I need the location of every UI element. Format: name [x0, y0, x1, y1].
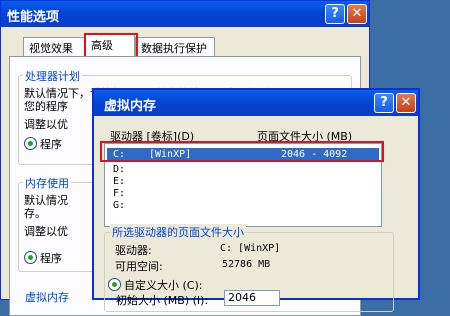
perf-close-button[interactable]: ✕: [347, 4, 367, 24]
processor-desc-2: 您的程序: [24, 100, 68, 113]
processor-program-option[interactable]: 程序: [24, 136, 62, 152]
selected-drive-group-label: 所选驱动器的页面文件大小: [110, 224, 246, 240]
memory-program-label: 程序: [40, 252, 62, 265]
vm-title: 虚拟内存: [104, 99, 157, 114]
virtual-memory-group-label: 虚拟内存: [23, 289, 71, 305]
radio-program-processor[interactable]: [24, 137, 37, 150]
memory-adjust-label: 调整以优: [24, 225, 68, 238]
tab-visual-effects[interactable]: 视觉效果: [23, 37, 85, 56]
drive-value: C: [WinXP]: [220, 243, 281, 254]
space-value: 52786 MB: [222, 259, 271, 270]
perf-title-bar[interactable]: 性能选项 ? ✕: [1, 1, 369, 27]
radio-program-memory[interactable]: [24, 251, 37, 264]
memory-program-option[interactable]: 程序: [24, 250, 62, 266]
drive-row-highlight-box: [100, 141, 384, 162]
custom-size-option[interactable]: 自定义大小 (C):: [108, 277, 202, 293]
vm-title-bar[interactable]: 虚拟内存 ? ✕: [94, 90, 418, 116]
space-label: 可用空间:: [115, 260, 163, 273]
drive-label: 驱动器:: [115, 244, 152, 257]
perf-help-button[interactable]: ?: [325, 4, 345, 24]
memory-desc-2: 存。: [24, 207, 46, 220]
vm-close-button[interactable]: ✕: [396, 93, 416, 113]
initial-size-label: 初始大小 (MB) (I):: [116, 294, 209, 307]
drive-row-g[interactable]: G:: [107, 199, 379, 212]
radio-custom-size[interactable]: [108, 278, 121, 291]
processor-program-label: 程序: [40, 138, 62, 151]
perf-title: 性能选项: [7, 10, 60, 25]
memory-group-label: 内存使用: [23, 175, 71, 191]
vm-help-button[interactable]: ?: [374, 93, 394, 113]
processor-adjust-label: 调整以优: [24, 118, 68, 131]
initial-size-input[interactable]: 2046: [224, 290, 280, 306]
custom-size-label: 自定义大小 (C):: [124, 279, 203, 292]
processor-group-label: 处理器计划: [23, 68, 82, 84]
drive-g-letter: G:: [113, 200, 126, 211]
tab-dep[interactable]: 数据执行保护: [135, 37, 215, 56]
